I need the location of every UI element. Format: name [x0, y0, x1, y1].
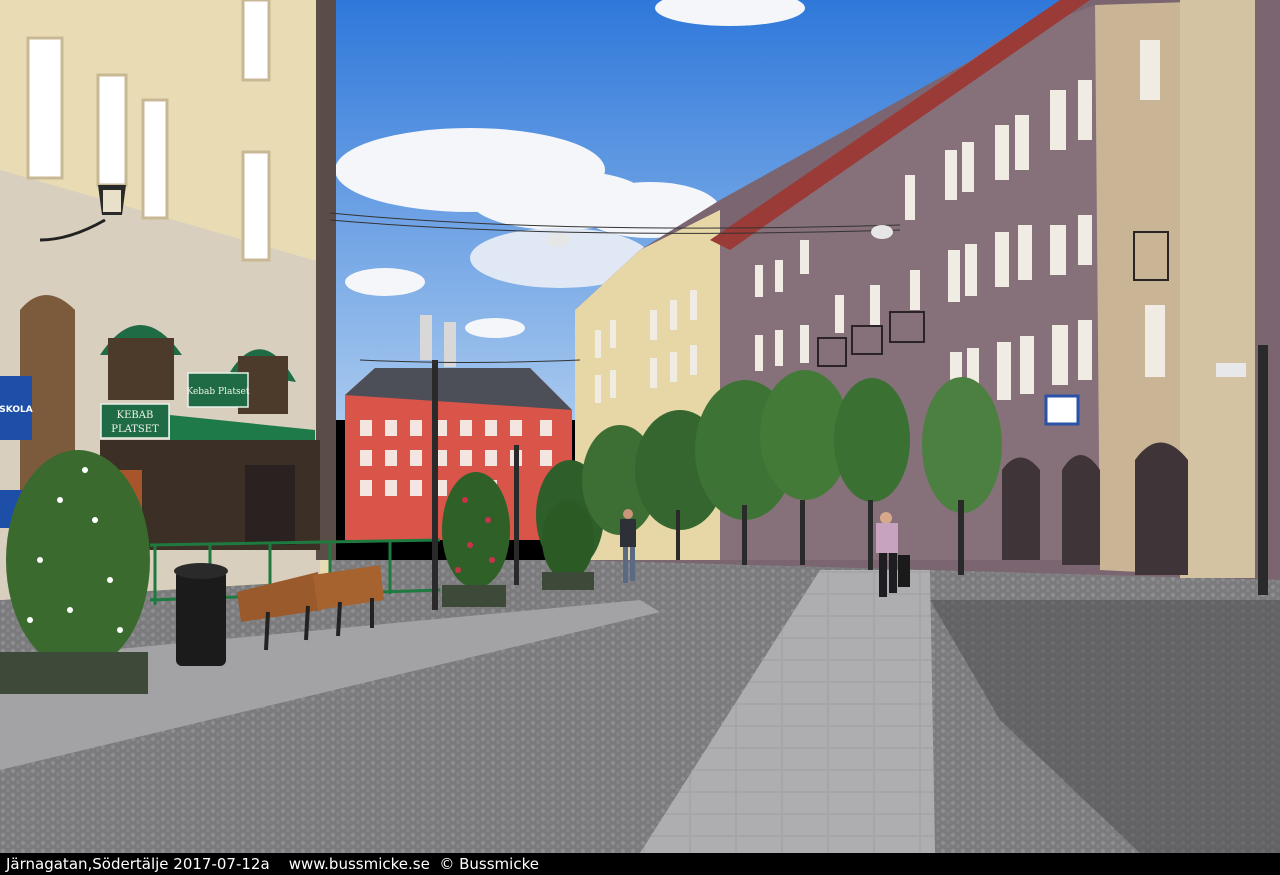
svg-text:Kebab Platset: Kebab Platset — [186, 387, 249, 397]
planter-red-flowers — [442, 472, 510, 607]
svg-text:PLATSET: PLATSET — [111, 424, 159, 435]
svg-text:KEBAB: KEBAB — [117, 410, 154, 421]
hanging-street-light — [546, 233, 570, 247]
hanging-street-light-right — [871, 225, 893, 239]
kebab-sign-lower: KEBAB PLATSET — [100, 403, 170, 439]
shop-sign-blue-square — [1044, 394, 1080, 426]
planter-middle — [542, 500, 594, 590]
svg-text:SKOLA: SKOLA — [0, 405, 33, 415]
street-name-plate — [1216, 363, 1246, 377]
photo-caption: Järnagatan,Södertälje 2017-07-12a www.bu… — [0, 853, 1280, 875]
trash-bin — [174, 563, 228, 666]
street-photo: Kebab Platset KEBAB PLATSET SKOLA — [0, 0, 1280, 853]
kebab-sign-upper: Kebab Platset — [186, 372, 250, 408]
